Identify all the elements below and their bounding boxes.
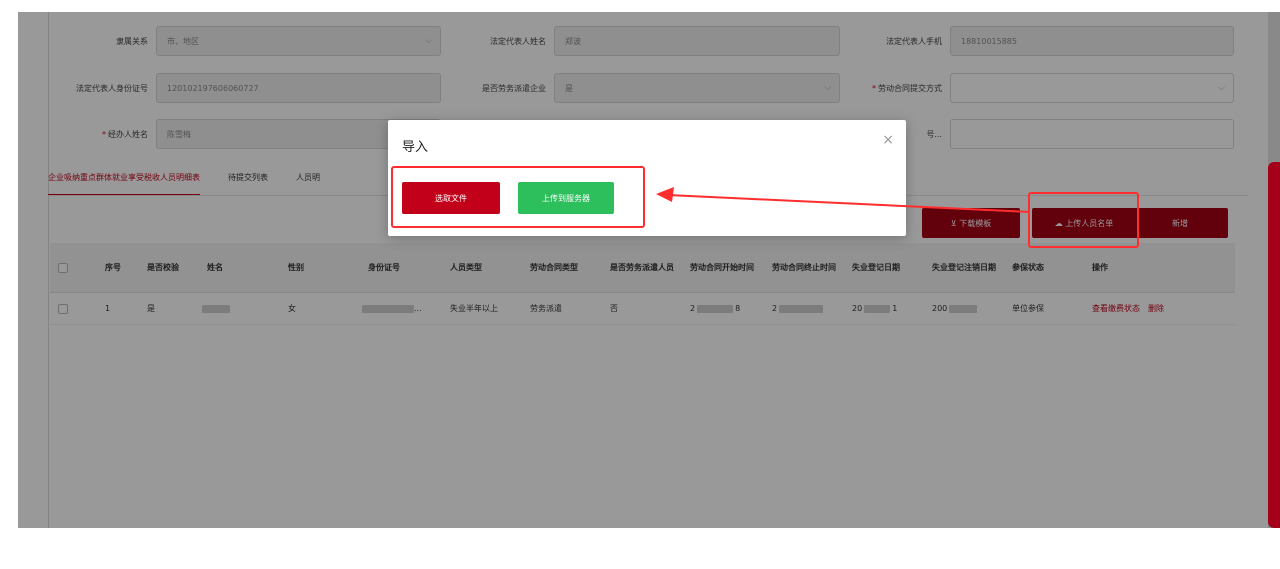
arrow-head	[656, 187, 674, 202]
annotation-arrow	[656, 187, 1031, 213]
arrow-line	[667, 194, 1031, 213]
app-frame: 隶属关系 市、地区 ⌵ 法定代表人姓名 郑波 法定代表人手机 188100158…	[18, 12, 1280, 528]
